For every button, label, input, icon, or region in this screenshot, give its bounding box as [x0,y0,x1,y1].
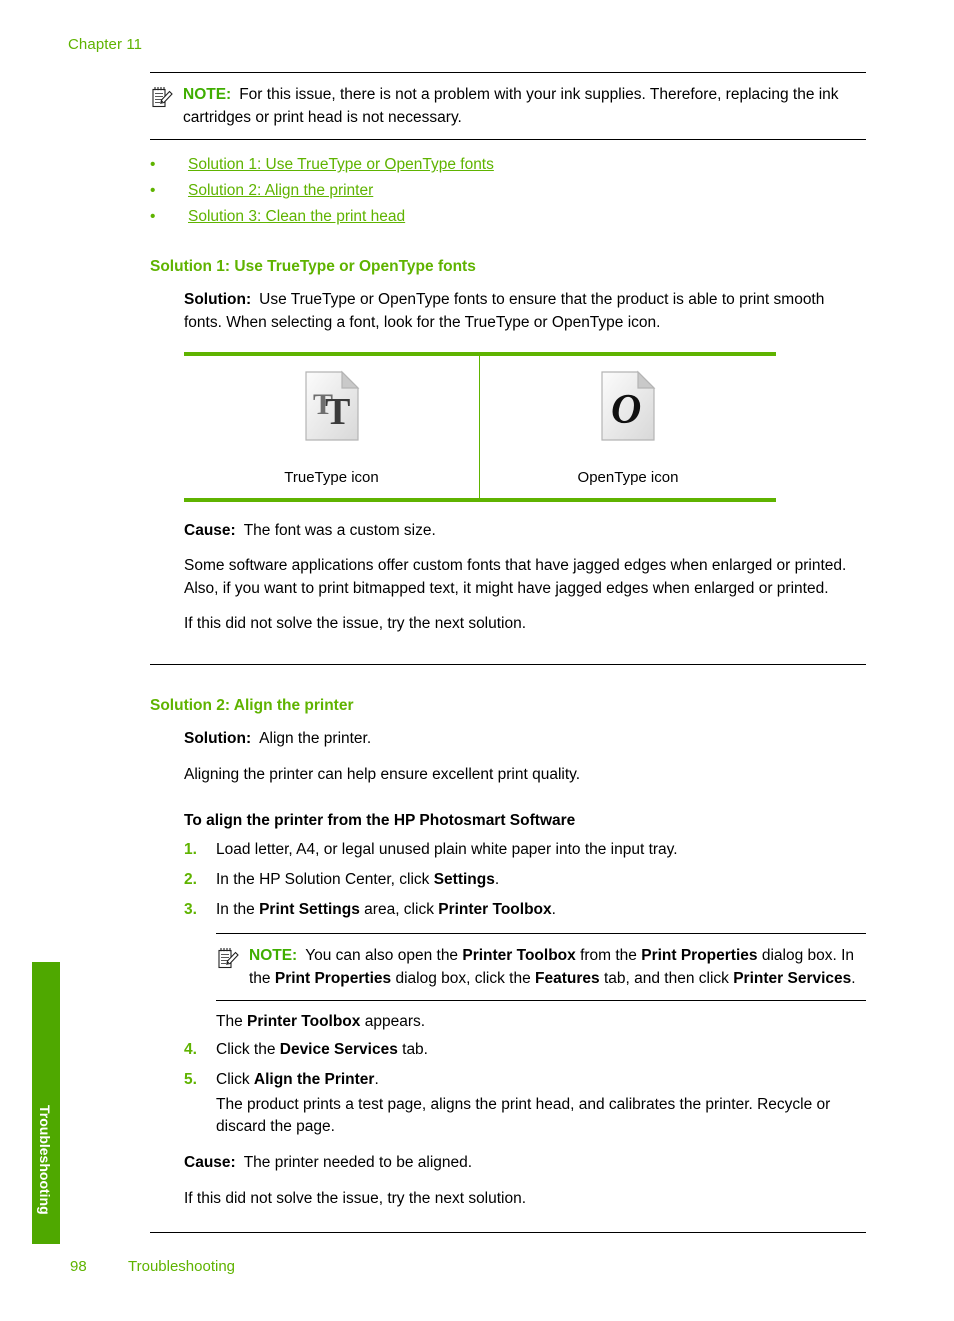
step-number: 5. [184,1071,197,1088]
solution-1-heading: Solution 1: Use TrueType or OpenType fon… [150,258,476,276]
note-pencil-icon [218,947,239,969]
inline-note-box: NOTE: You can also open the Printer Toolb… [216,933,866,1002]
document-page: Chapter 11 NOTE: For this issue, there i… [0,0,954,1321]
side-tab-troubleshooting: Troubleshooting [32,962,60,1244]
list-item[interactable]: • Solution 1: Use TrueType or OpenType f… [150,156,866,174]
step-number: 2. [184,870,197,888]
section-divider [150,664,866,665]
step-text: Click Align the Printer. [216,1071,379,1088]
solution-text: Align the printer. [259,730,372,747]
bottom-divider [150,1232,866,1234]
cause-text: The font was a custom size. [243,521,436,539]
opentype-caption: OpenType icon [577,468,679,486]
page-footer: 98 Troubleshooting [70,1258,235,1275]
solution-1-next-paragraph: If this did not solve the issue, try the… [184,615,527,633]
bullet-icon: • [150,208,156,226]
chapter-header: Chapter 11 [68,36,143,53]
footer-page-number: 98 [70,1258,87,1275]
bullet-icon: • [150,156,156,174]
bullet-icon: • [150,182,156,200]
list-item[interactable]: • Solution 3: Clean the print head [150,208,866,226]
solution-link-list: • Solution 1: Use TrueType or OpenType f… [150,156,866,226]
solution-2-body: Solution: Align the printer. Aligning the… [184,728,866,1210]
svg-text:O: O [611,387,641,433]
step-text: Click the Device Services tab. [216,1041,428,1059]
page-content: NOTE: For this issue, there is not a prob… [150,72,866,1234]
top-note-box: NOTE: For this issue, there is not a prob… [150,72,866,141]
step-text: In the Print Settings area, click Printe… [216,900,556,918]
step-text: In the HP Solution Center, click Setting… [216,870,500,888]
solution-label: Solution: [184,730,252,747]
side-tab-label: Troubleshooting [37,1105,53,1215]
truetype-font-file-icon: T T [302,370,362,442]
svg-text:T: T [325,391,350,433]
list-item: 5. Click Align the Printer. The product … [184,1069,866,1139]
solution-2-cause-paragraph: Cause: The printer needed to be aligned. [184,1152,866,1175]
cause-label: Cause: [184,1153,236,1171]
solution-1-cause-body: Cause: The font was a custom size. Some s… [184,520,866,637]
opentype-cell: O OpenType icon [480,356,776,498]
truetype-caption: TrueType icon [284,468,379,486]
note-pencil-icon [152,86,173,108]
cause-label: Cause: [184,521,236,539]
font-icon-table: T T TrueType icon O OpenType icon [184,351,776,502]
solution-1-body: Solution: Use TrueType or OpenType fonts … [184,289,866,334]
solution-label: Solution: [184,291,252,309]
truetype-cell: T T TrueType icon [184,355,480,498]
solution-text: Use TrueType or OpenType fonts to ensure… [184,291,825,331]
opentype-font-file-icon: O [598,370,658,442]
step-text: Load letter, A4, or legal unused plain w… [216,841,678,859]
procedure-steps-part2: 4. Click the Device Services tab. 5. Cli… [184,1039,866,1139]
list-item: 2. In the HP Solution Center, click Sett… [184,869,866,892]
link-solution-3[interactable]: Solution 3: Clean the print head [188,208,405,225]
procedure-heading: To align the printer from the HP Photosm… [184,812,576,830]
list-item: 4. Click the Device Services tab. [184,1039,866,1062]
solution-1-cause-paragraph: Cause: The font was a custom size. [184,520,866,543]
solution-1-solution-paragraph: Solution: Use TrueType or OpenType fonts … [184,289,866,334]
step-sub-text: The product prints a test page, aligns t… [216,1095,831,1136]
step-number: 4. [184,1041,197,1059]
solution-1-detail-paragraph: Some software applications offer custom … [184,557,847,597]
list-item: 3. In the Print Settings area, click Pri… [184,899,866,922]
solution-2-heading: Solution 2: Align the printer [150,697,354,714]
link-solution-2[interactable]: Solution 2: Align the printer [188,182,373,199]
list-item: 1. Load letter, A4, or legal unused plai… [184,839,866,862]
after-note-text: The Printer Toolbox appears. [216,1013,426,1031]
note-text: You can also open the Printer Toolbox fr… [249,947,856,987]
step-number: 1. [184,841,197,859]
link-solution-1[interactable]: Solution 1: Use TrueType or OpenType fon… [188,156,494,173]
list-item[interactable]: • Solution 2: Align the printer [150,182,866,200]
cause-text: The printer needed to be aligned. [243,1153,473,1171]
footer-section: Troubleshooting [128,1258,236,1275]
solution-2-intro-paragraph: Aligning the printer can help ensure exc… [184,765,581,783]
solution-2-solution-paragraph: Solution: Align the printer. [184,728,866,751]
note-text: For this issue, there is not a problem w… [183,86,839,126]
step-number: 3. [184,900,197,918]
solution-2-next-paragraph: If this did not solve the issue, try the… [184,1189,527,1207]
note-label: NOTE: [183,86,232,103]
procedure-steps-part1: 1. Load letter, A4, or legal unused plai… [184,839,866,921]
note-label: NOTE: [249,947,298,965]
